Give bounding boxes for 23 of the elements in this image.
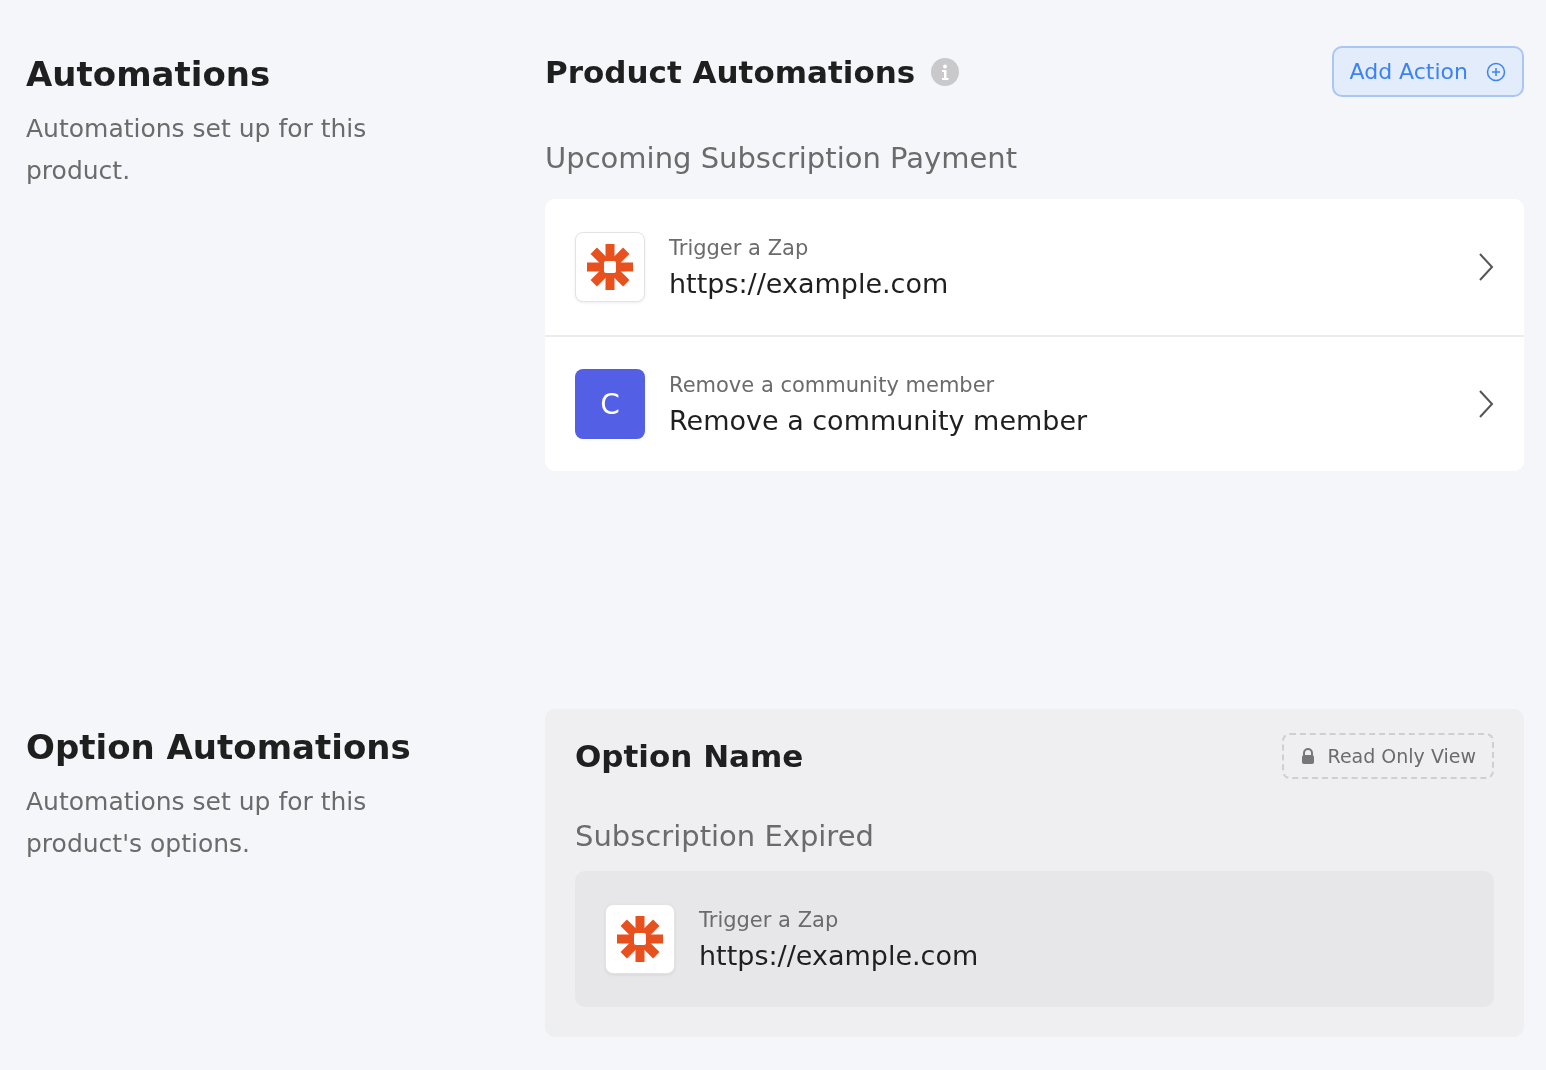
badge-label: Read Only View [1327,745,1476,767]
action-value: https://example.com [669,267,950,299]
action-type: Remove a community member [669,372,996,397]
section-description: Automations set up for this product. [26,113,368,187]
asterisk-logo-icon [575,232,645,302]
action-type: Trigger a Zap [669,235,810,260]
letter-avatar-icon: C [575,369,645,439]
info-icon [931,57,960,86]
section-title: Option Automations [26,727,412,767]
trigger-title: Upcoming Subscription Payment [545,141,1018,175]
section-description: Automations set up for this product's options. [26,786,368,860]
action-value: Remove a community member [669,404,1089,436]
lock-icon [1299,748,1316,764]
action-type: Trigger a Zap [699,907,840,932]
section-title: Automations [26,54,272,94]
asterisk-logo-icon [605,904,675,974]
action-value: https://example.com [699,939,980,971]
trigger-title: Subscription Expired [575,819,875,853]
chevron-right-icon [1478,252,1494,282]
plus-circle-icon [1486,61,1506,82]
panel-title: Product Automations [545,53,916,90]
chevron-right-icon [1478,389,1494,419]
panel-title: Option Name [575,738,804,774]
